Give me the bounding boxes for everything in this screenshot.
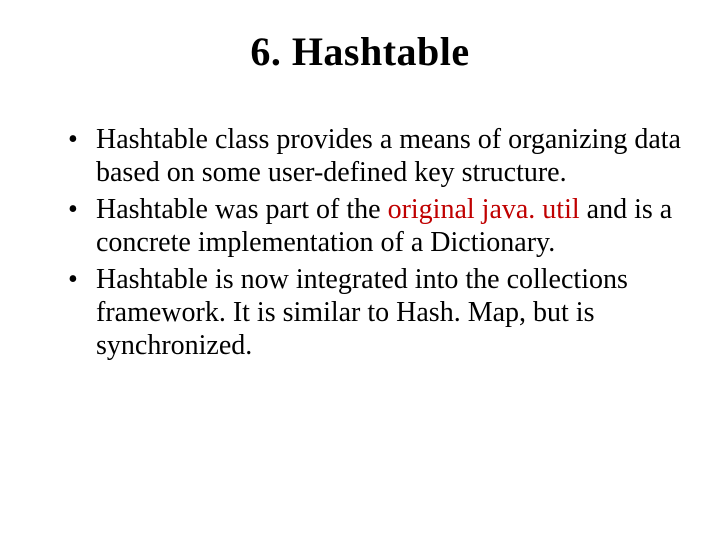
slide: 6. Hashtable Hashtable class provides a …	[0, 0, 720, 540]
bullet-list: Hashtable class provides a means of orga…	[38, 123, 682, 362]
bullet-text: Hashtable class provides a means of orga…	[96, 124, 681, 188]
list-item: Hashtable class provides a means of orga…	[68, 123, 682, 189]
bullet-text: Hashtable is now integrated into the col…	[96, 264, 628, 361]
slide-title: 6. Hashtable	[38, 28, 682, 75]
list-item: Hashtable is now integrated into the col…	[68, 263, 682, 362]
bullet-accent: original java. util	[388, 194, 580, 225]
list-item: Hashtable was part of the original java.…	[68, 193, 682, 259]
bullet-text: Hashtable was part of the	[96, 194, 388, 225]
